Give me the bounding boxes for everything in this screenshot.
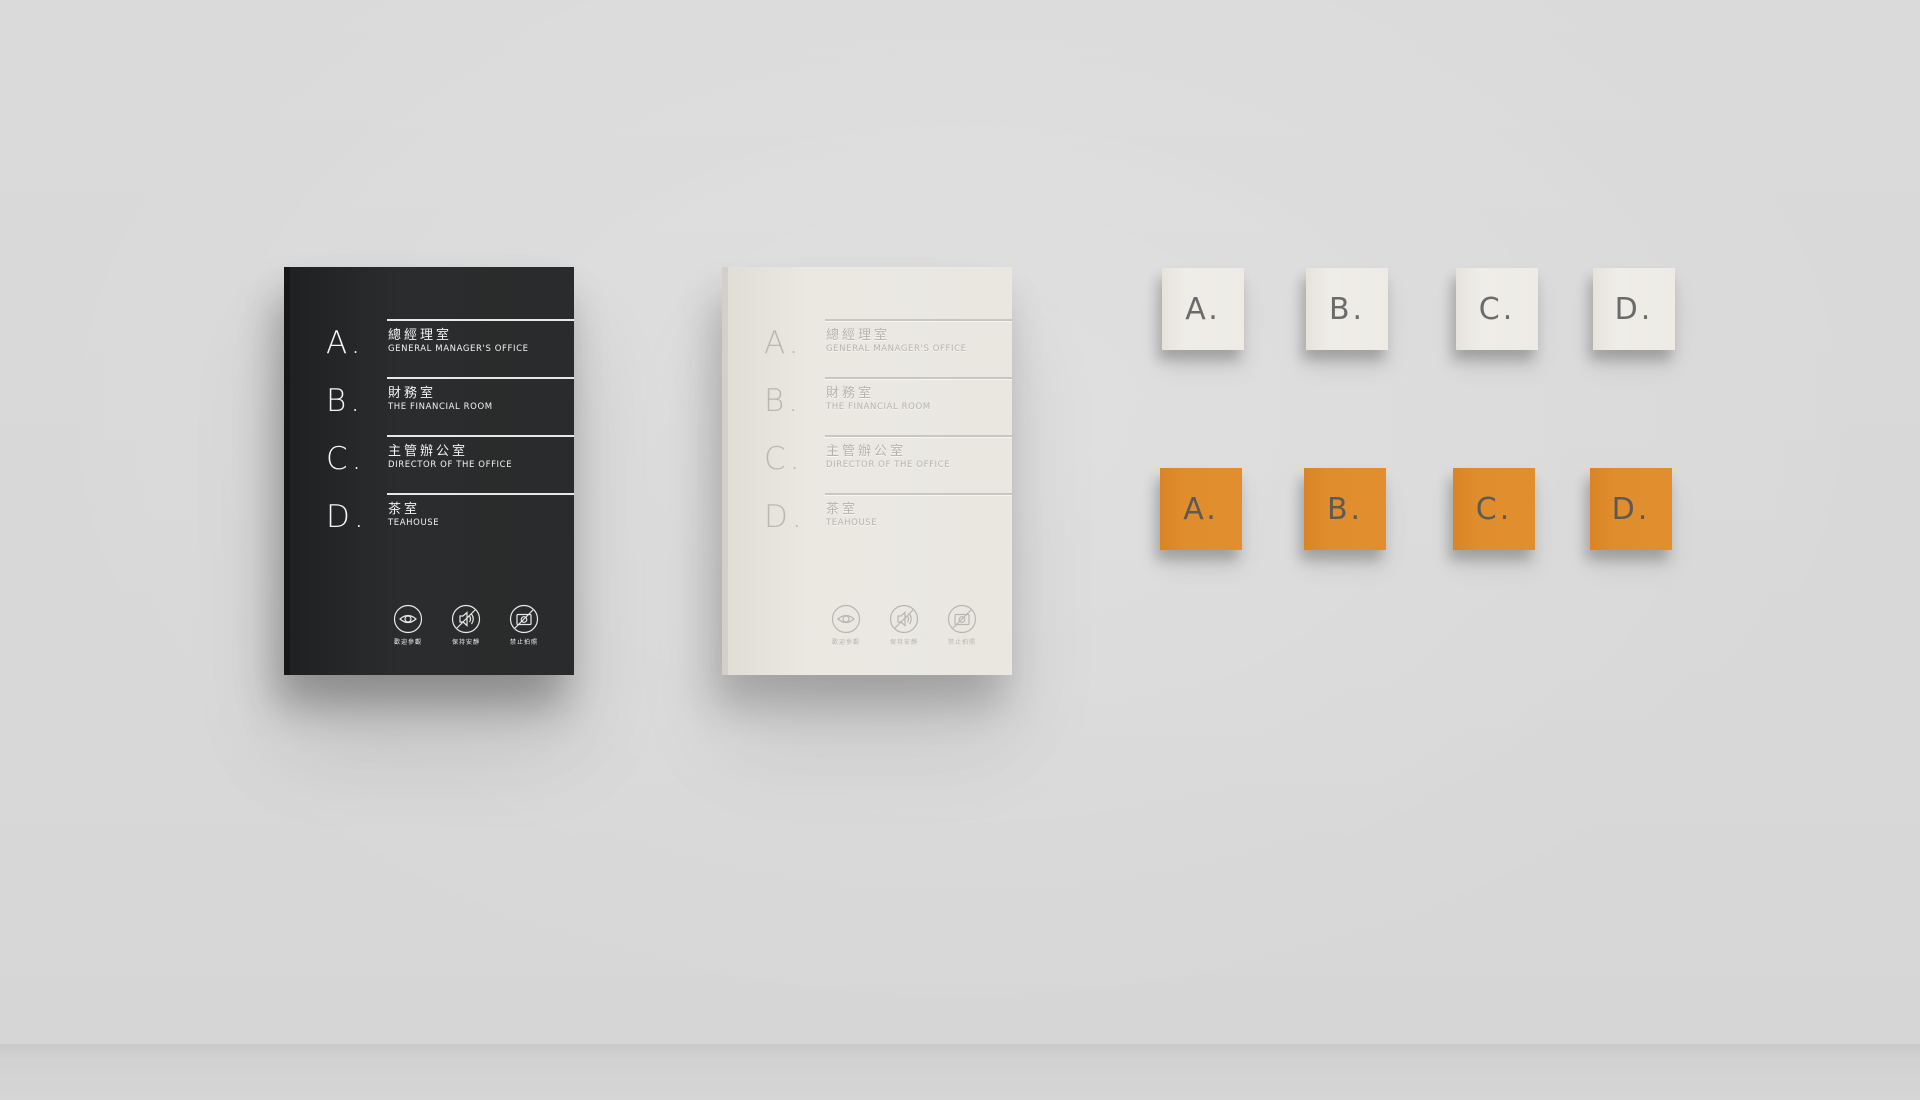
pictogram-caption: 保持安靜 [889,639,918,646]
entry-letter: B. [326,383,365,419]
no-photo-icon [509,604,539,634]
entry-divider [825,435,1012,437]
entry-english-name: DIRECTOR OF THE OFFICE [826,460,951,470]
letter-tile-white-a: A. [1162,268,1244,350]
no-photo-icon [947,604,977,634]
entry-divider [825,377,1012,379]
speaker-icon [451,604,481,634]
letter-tile-white-c: C. [1456,268,1538,350]
entry-letter: D. [764,499,806,535]
entry-divider [387,319,574,321]
directory-entry-b: B. 財務室 THE FINANCIAL ROOM [722,377,1012,435]
pictogram-quiet: 保持安靜 [884,604,924,646]
entry-english-name: GENERAL MANAGER'S OFFICE [388,344,529,354]
letter-tile-white-b: B. [1306,268,1388,350]
floor [0,1044,1920,1100]
directory-entry-d: D. 茶室 TEAHOUSE [722,493,1012,551]
entry-english-name: DIRECTOR OF THE OFFICE [388,460,513,470]
entry-english-name: TEAHOUSE [826,518,878,528]
eye-icon [393,604,423,634]
entry-chinese-name: 財務室 [826,386,875,401]
pictogram-caption: 禁止拍照 [947,639,976,646]
pictogram-no-photo: 禁止拍照 [504,604,544,646]
pictogram-row: 歡迎參觀 保持安靜 禁止拍照 [826,604,1006,654]
entry-english-name: THE FINANCIAL ROOM [826,402,931,412]
entry-chinese-name: 總經理室 [388,328,453,343]
letter-tile-orange-c: C. [1453,468,1535,550]
entry-chinese-name: 茶室 [826,502,859,517]
directory-entry-a: A. 總經理室 GENERAL MANAGER'S OFFICE [284,319,574,377]
directory-entry-c: C. 主管辦公室 DIRECTOR OF THE OFFICE [284,435,574,493]
entry-letter: C. [764,441,804,477]
directory-entry-b: B. 財務室 THE FINANCIAL ROOM [284,377,574,435]
entry-chinese-name: 茶室 [388,502,421,517]
entry-chinese-name: 財務室 [388,386,437,401]
directory-entry-d: D. 茶室 TEAHOUSE [284,493,574,551]
directory-entry-c: C. 主管辦公室 DIRECTOR OF THE OFFICE [722,435,1012,493]
entry-letter: A. [326,325,365,361]
pictogram-welcome: 歡迎參觀 [388,604,428,646]
entry-english-name: TEAHOUSE [388,518,440,528]
entry-english-name: THE FINANCIAL ROOM [388,402,493,412]
speaker-icon [889,604,919,634]
eye-icon [831,604,861,634]
pictogram-caption: 歡迎參觀 [831,639,860,646]
entry-chinese-name: 主管辦公室 [388,444,469,459]
pictogram-row: 歡迎參觀 保持安靜 禁止拍照 [388,604,568,654]
letter-tile-orange-b: B. [1304,468,1386,550]
letter-tile-orange-a: A. [1160,468,1242,550]
pictogram-caption: 禁止拍照 [509,639,538,646]
pictogram-welcome: 歡迎參觀 [826,604,866,646]
entry-divider [387,377,574,379]
pictogram-caption: 保持安靜 [451,639,480,646]
pictogram-quiet: 保持安靜 [446,604,486,646]
letter-tile-white-d: D. [1593,268,1675,350]
directory-entry-a: A. 總經理室 GENERAL MANAGER'S OFFICE [722,319,1012,377]
entry-english-name: GENERAL MANAGER'S OFFICE [826,344,967,354]
entry-letter: D. [326,499,368,535]
letter-tile-orange-d: D. [1590,468,1672,550]
entry-chinese-name: 主管辦公室 [826,444,907,459]
entry-divider [825,319,1012,321]
entry-divider [387,435,574,437]
entry-divider [387,493,574,495]
light-directory-board: A. 總經理室 GENERAL MANAGER'S OFFICE B. 財務室 … [722,267,1012,675]
entry-letter: A. [764,325,803,361]
dark-directory-board: A. 總經理室 GENERAL MANAGER'S OFFICE B. 財務室 … [284,267,574,675]
entry-chinese-name: 總經理室 [826,328,891,343]
pictogram-no-photo: 禁止拍照 [942,604,982,646]
entry-letter: B. [764,383,803,419]
pictogram-caption: 歡迎參觀 [393,639,422,646]
entry-letter: C. [326,441,366,477]
entry-divider [825,493,1012,495]
